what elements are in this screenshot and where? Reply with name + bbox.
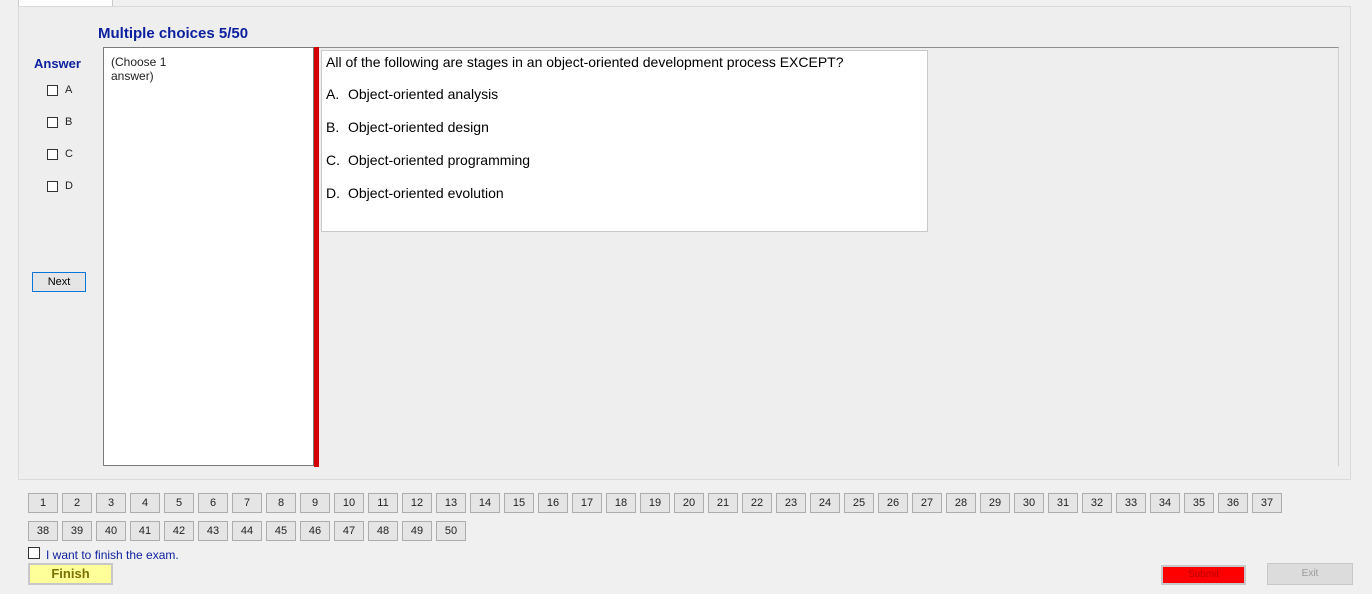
question-nav-button[interactable]: 37 (1252, 493, 1282, 513)
question-nav-button[interactable]: 9 (300, 493, 330, 513)
question-nav-button[interactable]: 18 (606, 493, 636, 513)
question-nav-button[interactable]: 3 (96, 493, 126, 513)
question-nav-button[interactable]: 12 (402, 493, 432, 513)
question-nav-button[interactable]: 29 (980, 493, 1010, 513)
answer-option-c[interactable]: C (47, 146, 73, 162)
question-box: All of the following are stages in an ob… (321, 50, 928, 232)
instruction-box: (Choose 1 answer) (103, 47, 314, 466)
question-nav-button[interactable]: 41 (130, 521, 160, 541)
finish-button[interactable]: Finish (28, 563, 113, 585)
question-nav-button[interactable]: 49 (402, 521, 432, 541)
question-nav-button[interactable]: 34 (1150, 493, 1180, 513)
option-text: Object-oriented evolution (348, 185, 504, 201)
option-letter: A. (326, 86, 340, 102)
question-nav-button[interactable]: 7 (232, 493, 262, 513)
question-nav-button[interactable]: 8 (266, 493, 296, 513)
question-nav-button[interactable]: 35 (1184, 493, 1214, 513)
question-nav-button[interactable]: 13 (436, 493, 466, 513)
section-title: Multiple choices 5/50 (98, 25, 249, 42)
answer-checkbox-b[interactable] (47, 116, 58, 128)
question-option-b: B. Object-oriented design (326, 119, 489, 135)
exit-button: Exit (1267, 563, 1353, 585)
answer-label-a: A (65, 84, 73, 96)
answer-label-d: D (65, 180, 73, 192)
option-letter: C. (326, 152, 340, 168)
option-letter: D. (326, 185, 340, 201)
question-nav-button[interactable]: 25 (844, 493, 874, 513)
question-nav-button[interactable]: 45 (266, 521, 296, 541)
question-nav-button[interactable]: 14 (470, 493, 500, 513)
question-nav-button[interactable]: 21 (708, 493, 738, 513)
question-nav-button[interactable]: 33 (1116, 493, 1146, 513)
submit-button[interactable]: Submit (1161, 565, 1246, 585)
question-nav-button[interactable]: 32 (1082, 493, 1112, 513)
question-option-c: C. Object-oriented programming (326, 152, 530, 168)
question-nav-button[interactable]: 27 (912, 493, 942, 513)
question-nav-button[interactable]: 48 (368, 521, 398, 541)
question-nav-button[interactable]: 42 (164, 521, 194, 541)
answer-checkbox-c[interactable] (47, 148, 58, 160)
answer-label-b: B (65, 116, 73, 128)
question-nav-button[interactable]: 23 (776, 493, 806, 513)
question-nav-button[interactable]: 30 (1014, 493, 1044, 513)
question-nav-button[interactable]: 10 (334, 493, 364, 513)
question-nav-button[interactable]: 2 (62, 493, 92, 513)
question-nav-button[interactable]: 20 (674, 493, 704, 513)
question-nav-button[interactable]: 50 (436, 521, 466, 541)
question-nav-button[interactable]: 11 (368, 493, 398, 513)
question-nav-button[interactable]: 17 (572, 493, 602, 513)
question-nav-button[interactable]: 39 (62, 521, 92, 541)
question-option-d: D. Object-oriented evolution (326, 185, 504, 201)
question-nav-button[interactable]: 46 (300, 521, 330, 541)
finish-confirm-row[interactable]: I want to finish the exam. (28, 544, 179, 562)
answer-heading: Answer (34, 56, 81, 71)
question-nav-button[interactable]: 44 (232, 521, 262, 541)
question-nav-button[interactable]: 28 (946, 493, 976, 513)
question-text: All of the following are stages in an ob… (326, 54, 844, 70)
question-nav-button[interactable]: 22 (742, 493, 772, 513)
answer-checkbox-a[interactable] (47, 84, 58, 96)
question-nav-button[interactable]: 15 (504, 493, 534, 513)
question-nav-button[interactable]: 5 (164, 493, 194, 513)
question-nav-button[interactable]: 38 (28, 521, 58, 541)
question-nav-button[interactable]: 31 (1048, 493, 1078, 513)
question-nav-button[interactable]: 26 (878, 493, 908, 513)
question-nav-button[interactable]: 1 (28, 493, 58, 513)
answer-option-b[interactable]: B (47, 114, 72, 130)
option-text: Object-oriented analysis (348, 86, 499, 102)
question-nav-button[interactable]: 36 (1218, 493, 1248, 513)
answer-option-d[interactable]: D (47, 178, 73, 194)
option-letter: B. (326, 119, 340, 135)
option-text: Object-oriented programming (348, 152, 531, 168)
answer-label-c: C (65, 148, 73, 160)
option-text: Object-oriented design (348, 119, 489, 135)
question-option-a: A. Object-oriented analysis (326, 86, 498, 102)
next-button[interactable]: Next (32, 272, 86, 292)
question-nav-button[interactable]: 16 (538, 493, 568, 513)
question-nav-button[interactable]: 47 (334, 521, 364, 541)
question-nav-button[interactable]: 24 (810, 493, 840, 513)
finish-confirm-label: I want to finish the exam. (46, 548, 179, 562)
answer-option-a[interactable]: A (47, 82, 72, 98)
answer-checkbox-d[interactable] (47, 180, 58, 192)
question-nav-button[interactable]: 43 (198, 521, 228, 541)
finish-confirm-checkbox[interactable] (28, 547, 40, 559)
instruction-text: (Choose 1 answer) (111, 55, 167, 83)
question-nav-button[interactable]: 6 (198, 493, 228, 513)
question-nav-button[interactable]: 40 (96, 521, 126, 541)
question-nav-button[interactable]: 19 (640, 493, 670, 513)
question-nav-button[interactable]: 4 (130, 493, 160, 513)
